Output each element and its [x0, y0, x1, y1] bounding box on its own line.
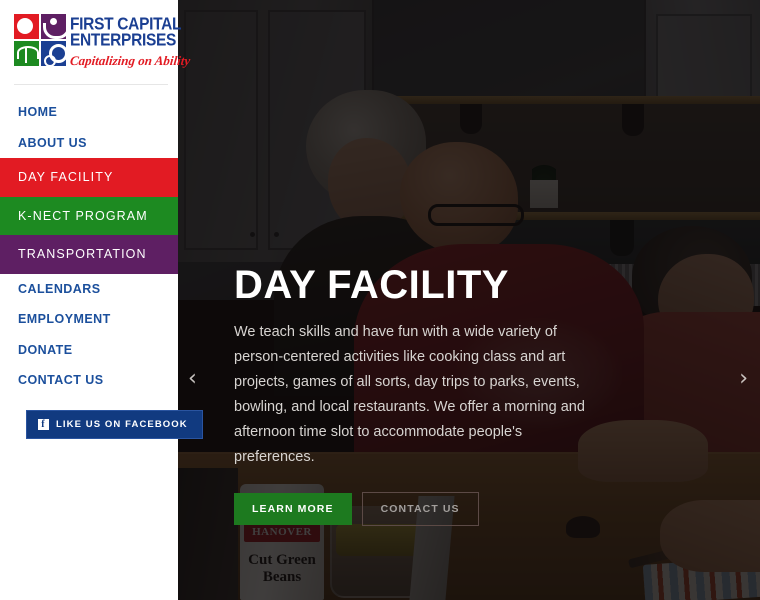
facebook-like-button[interactable]: f LIKE US ON FACEBOOK [26, 409, 203, 439]
logo-quadrant-red-crescent-icon [14, 14, 39, 39]
learn-more-button[interactable]: LEARN MORE [234, 493, 352, 525]
facebook-icon: f [38, 418, 49, 430]
logo-divider [14, 84, 168, 85]
logo-quadrant-purple-person-icon [41, 14, 66, 39]
page-title: DAY FACILITY [234, 263, 509, 307]
logo-text: FIRST CAPITAL ENTERPRISES Capitalizing o… [69, 14, 191, 69]
sidebar-item-day-facility[interactable]: DAY FACILITY [0, 158, 178, 197]
hero-description: We teach skills and have fun with a wide… [234, 324, 585, 465]
logo-mark-icon [14, 14, 66, 66]
contact-us-button[interactable]: CONTACT US [361, 492, 479, 526]
logo-line-2: ENTERPRISES [70, 30, 177, 50]
facebook-like-button-label: LIKE US ON FACEBOOK [56, 418, 188, 430]
main-navigation: HOME ABOUT US DAY FACILITY K-NECT PROGRA… [0, 97, 178, 396]
sidebar-item-k-nect-program[interactable]: K-NECT PROGRAM [0, 196, 178, 235]
sidebar-item-transportation[interactable]: TRANSPORTATION [0, 235, 178, 274]
logo[interactable]: FIRST CAPITAL ENTERPRISES Capitalizing o… [0, 0, 191, 82]
sidebar-item-home[interactable]: HOME [0, 97, 178, 128]
slider-prev-chevron-icon[interactable]: ‹ [188, 368, 197, 390]
sidebar-item-calendars[interactable]: CALENDARS [0, 274, 178, 305]
hero-content: DAY FACILITY We teach skills and have fu… [234, 262, 624, 526]
slider-next-chevron-icon[interactable]: › [739, 368, 748, 390]
logo-quadrant-blue-gear-icon [41, 41, 66, 66]
sidebar-item-contact-us[interactable]: CONTACT US [0, 365, 178, 396]
sidebar-item-about-us[interactable]: ABOUT US [0, 128, 178, 159]
sidebar-item-employment[interactable]: EMPLOYMENT [0, 304, 178, 335]
logo-quadrant-green-plant-icon [14, 41, 39, 66]
page-root: FIRST CAPITAL ENTERPRISES Capitalizing o… [0, 0, 760, 600]
hero-slider: HANOVER Cut Green Beans DAY FACILITY We … [178, 0, 760, 600]
logo-tagline: Capitalizing on Ability [69, 53, 191, 68]
hero-button-group: LEARN MORE CONTACT US [234, 492, 624, 526]
sidebar-item-donate[interactable]: DONATE [0, 335, 178, 366]
sidebar: FIRST CAPITAL ENTERPRISES Capitalizing o… [0, 0, 203, 600]
